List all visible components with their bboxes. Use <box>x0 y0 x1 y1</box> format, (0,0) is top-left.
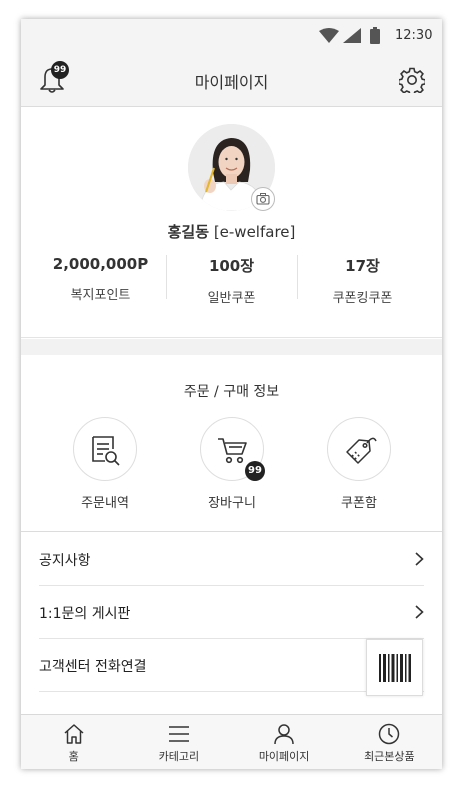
cart-count-badge: 99 <box>245 461 265 481</box>
coupon-tag-icon <box>346 437 377 464</box>
order-history-icon <box>92 436 120 466</box>
phone-screen: 12:30 99 마이페이지 홍길동 [e-welfare] 2,000,000… <box>21 19 442 769</box>
order-history-circle <box>73 417 137 481</box>
stat-general-coupons[interactable]: 100장 일반쿠폰 <box>166 253 297 308</box>
coupon-box-label: 쿠폰함 <box>341 496 377 511</box>
list-item-notice[interactable]: 공지사항 <box>39 533 424 586</box>
cart-icon <box>218 438 247 464</box>
cart-circle: 99 <box>200 417 265 481</box>
home-icon <box>64 724 84 744</box>
stat-value: 17장 <box>345 257 380 275</box>
gear-icon[interactable] <box>399 67 425 93</box>
order-history-label: 주문내역 <box>81 496 129 511</box>
status-time: 12:30 <box>395 28 433 43</box>
coupon-circle <box>327 417 391 481</box>
stat-couponking-coupons[interactable]: 17장 쿠폰킹쿠폰 <box>297 253 428 308</box>
barcode-button[interactable] <box>366 639 423 696</box>
nav-label: 마이페이지 <box>258 750 310 763</box>
chevron-right-icon <box>415 605 424 619</box>
barcode-icon <box>379 654 411 682</box>
wifi-icon <box>319 28 339 43</box>
clock-icon <box>379 723 400 745</box>
nav-home[interactable]: 홈 <box>21 715 126 769</box>
stats-row: 2,000,000P 복지포인트 100장 일반쿠폰 17장 쿠폰킹쿠폰 <box>35 253 428 308</box>
app-header: 99 마이페이지 <box>21 53 442 107</box>
nav-label: 카테고리 <box>158 750 200 763</box>
list-item-label: 1:1문의 게시판 <box>39 606 131 622</box>
nav-mypage[interactable]: 마이페이지 <box>232 715 337 769</box>
nav-recent-items[interactable]: 최근본상품 <box>337 715 442 769</box>
section-title: 주문 / 구매 정보 <box>183 384 280 400</box>
cart-label: 장바구니 <box>208 496 256 511</box>
cart-button[interactable]: 99 장바구니 <box>199 417 265 511</box>
nav-label: 최근본상품 <box>364 750 415 763</box>
list-item-inquiry[interactable]: 1:1문의 게시판 <box>39 586 424 639</box>
stat-value: 100장 <box>208 257 255 275</box>
stat-label: 일반쿠폰 <box>207 291 256 306</box>
list-item-label: 고객센터 전화연결 <box>39 659 147 675</box>
user-name-line: 홍길동 [e-welfare] <box>21 221 442 242</box>
stat-label: 복지포인트 <box>70 288 131 303</box>
nav-label: 홈 <box>68 750 79 763</box>
site-label: [e-welfare] <box>213 223 296 241</box>
camera-icon[interactable] <box>251 187 275 211</box>
chevron-right-icon <box>415 552 424 566</box>
profile-section: 홍길동 [e-welfare] 2,000,000P 복지포인트 100장 일반… <box>21 108 442 338</box>
status-bar: 12:30 <box>21 19 442 53</box>
stat-value: 2,000,000P <box>52 255 149 273</box>
section-divider <box>21 339 442 355</box>
stat-label: 쿠폰킹쿠폰 <box>332 291 393 306</box>
battery-icon <box>370 27 380 44</box>
user-name: 홍길동 <box>167 223 210 241</box>
menu-icon <box>168 726 189 742</box>
coupon-box-button[interactable]: 쿠폰함 <box>326 417 392 511</box>
person-icon <box>274 724 294 745</box>
nav-category[interactable]: 카테고리 <box>126 715 231 769</box>
bottom-navigation: 홈 카테고리 마이페이지 최근본상품 <box>21 714 442 769</box>
signal-icon <box>343 28 361 43</box>
page-title: 마이페이지 <box>194 73 269 92</box>
order-info-section: 주문 / 구매 정보 주문내역 99 장바구니 쿠폰함 <box>21 355 442 532</box>
stat-welfare-points[interactable]: 2,000,000P 복지포인트 <box>35 253 166 308</box>
list-item-label: 공지사항 <box>39 553 91 569</box>
order-history-button[interactable]: 주문내역 <box>72 417 138 511</box>
